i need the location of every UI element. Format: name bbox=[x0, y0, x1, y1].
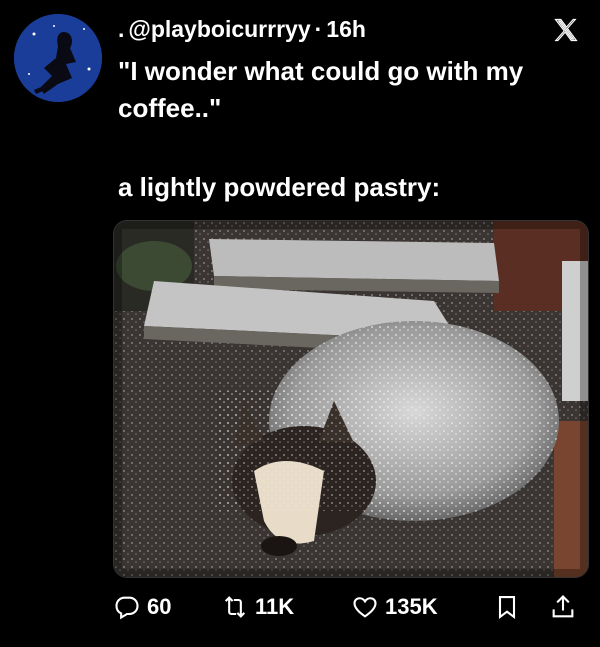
reply-count: 60 bbox=[147, 594, 172, 619]
bookmark-button[interactable] bbox=[493, 593, 521, 621]
like-count: 135K bbox=[385, 594, 438, 619]
heart-icon bbox=[353, 597, 377, 618]
retweet-button[interactable]: 11K bbox=[221, 593, 294, 621]
tweet-text-line2: a lightly powdered pastry: bbox=[118, 172, 441, 202]
reply-button[interactable]: 60 bbox=[113, 593, 171, 621]
tweet-text-line1: "I wonder what could go with my coffee..… bbox=[118, 56, 524, 123]
reply-bubble-icon bbox=[115, 596, 139, 620]
tweet-image[interactable] bbox=[113, 220, 589, 578]
share-button[interactable] bbox=[549, 593, 577, 621]
retweet-count: 11K bbox=[255, 594, 295, 619]
bookmark-icon bbox=[498, 596, 516, 620]
x-logo-icon bbox=[554, 18, 578, 42]
share-icon bbox=[552, 595, 574, 618]
tweet-actions: 60 11K 135K bbox=[113, 585, 593, 629]
retweet-arrows-icon bbox=[224, 596, 246, 618]
dot-separator: . bbox=[118, 15, 125, 42]
tweet-header: . @playboicurrryy · 16h bbox=[118, 12, 366, 46]
timestamp[interactable]: 16h bbox=[326, 16, 366, 43]
time-separator: · bbox=[314, 15, 323, 42]
user-handle[interactable]: @playboicurrryy bbox=[128, 16, 310, 43]
like-button[interactable]: 135K bbox=[351, 593, 438, 621]
avatar[interactable] bbox=[14, 14, 102, 102]
